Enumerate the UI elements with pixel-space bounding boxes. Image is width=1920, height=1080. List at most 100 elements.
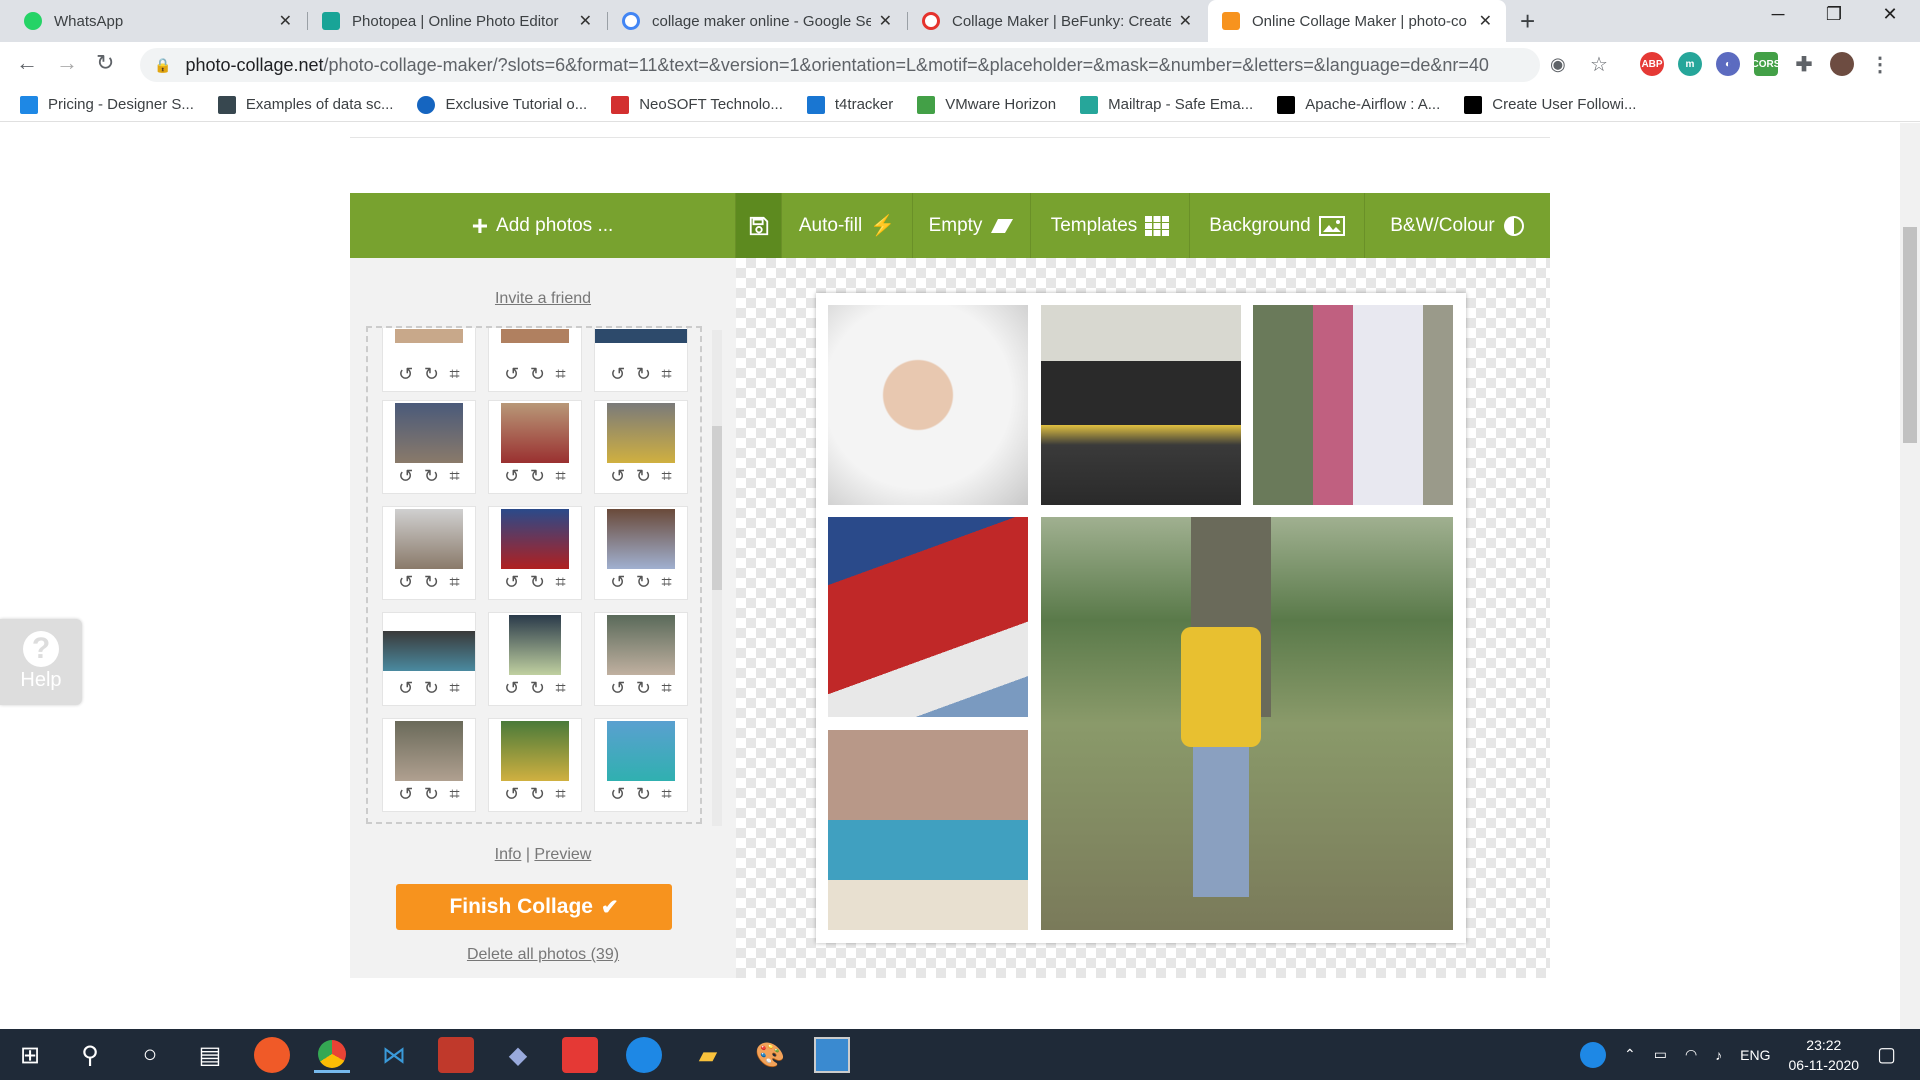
close-window-button[interactable]: ✕ — [1862, 4, 1918, 25]
info-link[interactable]: Info — [495, 846, 522, 863]
tab-photopea[interactable]: Photopea | Online Photo Editor ✕ — [308, 0, 606, 42]
rotate-right-icon[interactable]: ↻ — [636, 572, 651, 593]
minimize-button[interactable]: ─ — [1750, 4, 1806, 25]
photo-thumbnail[interactable]: ↺ ↻ ⌗ — [488, 718, 582, 812]
thumbnail-scrollbar[interactable] — [712, 330, 722, 826]
back-icon[interactable]: ← — [16, 50, 38, 76]
crop-icon[interactable]: ⌗ — [662, 784, 672, 805]
crop-icon[interactable]: ⌗ — [450, 572, 460, 593]
help-tray-icon[interactable] — [1579, 1041, 1606, 1068]
clock[interactable]: 23:22 06-11-2020 — [1789, 1035, 1860, 1075]
rotate-left-icon[interactable]: ↺ — [398, 364, 413, 385]
crop-icon[interactable]: ⌗ — [662, 364, 672, 385]
forward-icon[interactable]: → — [56, 50, 78, 76]
rotate-right-icon[interactable]: ↻ — [636, 678, 651, 699]
bookmark-item[interactable]: Apache-Airflow : A... — [1277, 95, 1440, 114]
paint-icon[interactable]: 🎨 — [752, 1037, 788, 1073]
background-button[interactable]: Background — [1190, 193, 1365, 258]
add-photos-button[interactable]: + Add photos ... — [350, 193, 736, 258]
rotate-left-icon[interactable]: ↺ — [398, 572, 413, 593]
shield-app-icon[interactable] — [438, 1037, 474, 1073]
avatar[interactable] — [1830, 52, 1854, 76]
rotate-left-icon[interactable]: ↺ — [610, 784, 625, 805]
autofill-button[interactable]: Auto-fill ⚡ — [782, 193, 913, 258]
photo-thumbnail[interactable]: ↺ ↻ ⌗ — [382, 612, 476, 706]
rotate-right-icon[interactable]: ↻ — [636, 364, 651, 385]
app-icon[interactable]: ◆ — [500, 1037, 536, 1073]
photo-thumbnail[interactable]: ↺ ↻ ⌗ — [382, 506, 476, 600]
photo-thumbnail[interactable]: ↺ ↻ ⌗ — [594, 328, 688, 392]
collage-slot-4[interactable] — [828, 517, 1028, 717]
collage-slot-1[interactable] — [828, 305, 1028, 505]
bookmark-item[interactable]: Exclusive Tutorial o... — [417, 95, 587, 114]
photo-thumbnail[interactable]: ↺ ↻ ⌗ — [594, 718, 688, 812]
crop-icon[interactable]: ⌗ — [450, 364, 460, 385]
close-icon[interactable]: ✕ — [1479, 11, 1492, 31]
close-icon[interactable]: ✕ — [879, 11, 892, 31]
app-icon[interactable] — [626, 1037, 662, 1073]
close-icon[interactable]: ✕ — [279, 11, 292, 31]
scrollbar-thumb[interactable] — [712, 426, 722, 590]
task-view-icon[interactable]: ▤ — [192, 1037, 228, 1073]
rotate-right-icon[interactable]: ↻ — [424, 678, 439, 699]
new-tab-button[interactable]: + — [1520, 6, 1535, 37]
bw-colour-button[interactable]: B&W/Colour — [1365, 193, 1550, 258]
rotate-left-icon[interactable]: ↺ — [610, 572, 625, 593]
rotate-right-icon[interactable]: ↻ — [424, 466, 439, 487]
photo-thumbnail[interactable]: ↺ ↻ ⌗ — [382, 400, 476, 494]
photo-thumbnail[interactable]: ↺ ↻ ⌗ — [594, 400, 688, 494]
rotate-left-icon[interactable]: ↺ — [610, 678, 625, 699]
scrollbar-thumb[interactable] — [1903, 227, 1917, 443]
rotate-left-icon[interactable]: ↺ — [504, 784, 519, 805]
file-explorer-icon[interactable]: ▰ — [690, 1037, 726, 1073]
bookmark-item[interactable]: NeoSOFT Technolo... — [611, 95, 783, 114]
cortana-icon[interactable]: ○ — [132, 1037, 168, 1073]
restore-button[interactable]: ❐ — [1806, 4, 1862, 25]
delete-all-photos-link[interactable]: Delete all photos (39) — [350, 946, 736, 964]
crop-icon[interactable]: ⌗ — [450, 678, 460, 699]
tab-photo-collage[interactable]: Online Collage Maker | photo-co ✕ — [1208, 0, 1506, 42]
save-button[interactable] — [736, 193, 782, 258]
templates-button[interactable]: Templates — [1031, 193, 1190, 258]
bookmark-item[interactable]: Examples of data sc... — [217, 95, 393, 114]
tab-google-search[interactable]: collage maker online - Google Se ✕ — [608, 0, 906, 42]
photo-thumbnail[interactable]: ↺ ↻ ⌗ — [488, 506, 582, 600]
photo-thumbnail[interactable]: ↺ ↻ ⌗ — [382, 328, 476, 392]
bookmark-item[interactable]: Mailtrap - Safe Ema... — [1080, 95, 1253, 114]
notification-icon[interactable]: ▢ — [1877, 1042, 1896, 1067]
crop-icon[interactable]: ⌗ — [662, 572, 672, 593]
photo-thumbnail[interactable]: ↺ ↻ ⌗ — [488, 612, 582, 706]
rotate-right-icon[interactable]: ↻ — [424, 364, 439, 385]
rotate-right-icon[interactable]: ↻ — [424, 572, 439, 593]
preview-link[interactable]: Preview — [534, 846, 591, 863]
windows-start-icon[interactable]: ⊞ — [12, 1037, 48, 1073]
rotate-left-icon[interactable]: ↺ — [504, 572, 519, 593]
adblock-icon[interactable]: ABP — [1640, 52, 1664, 76]
bookmark-item[interactable]: Create User Followi... — [1464, 95, 1636, 114]
finish-collage-button[interactable]: Finish Collage ✔ — [396, 884, 672, 930]
crop-icon[interactable]: ⌗ — [556, 466, 566, 487]
wifi-icon[interactable]: ◠ — [1685, 1046, 1697, 1063]
cors-icon[interactable]: CORS — [1752, 52, 1780, 76]
postman-icon[interactable] — [254, 1037, 290, 1073]
collage-slot-6[interactable] — [828, 730, 1028, 930]
vscode-icon[interactable]: ⋈ — [376, 1037, 412, 1073]
extension-m-icon[interactable]: m — [1678, 52, 1702, 76]
bookmark-item[interactable]: t4tracker — [806, 95, 893, 114]
crop-icon[interactable]: ⌗ — [556, 364, 566, 385]
crop-icon[interactable]: ⌗ — [556, 572, 566, 593]
rotate-left-icon[interactable]: ↺ — [398, 678, 413, 699]
invite-friend-link[interactable]: Invite a friend — [350, 290, 736, 308]
bookmark-item[interactable]: Pricing - Designer S... — [20, 95, 194, 114]
rotate-right-icon[interactable]: ↻ — [530, 678, 545, 699]
photo-thumbnail[interactable]: ↺ ↻ ⌗ — [382, 718, 476, 812]
rotate-left-icon[interactable]: ↺ — [504, 466, 519, 487]
rotate-right-icon[interactable]: ↻ — [636, 784, 651, 805]
rotate-right-icon[interactable]: ↻ — [636, 466, 651, 487]
rotate-right-icon[interactable]: ↻ — [530, 572, 545, 593]
extension-circle-icon[interactable]: ◐ — [1716, 52, 1740, 76]
close-icon[interactable]: ✕ — [1179, 11, 1192, 31]
empty-button[interactable]: Empty — [913, 193, 1031, 258]
url-input[interactable]: 🔒 photo-collage.net/photo-collage-maker/… — [140, 48, 1540, 82]
rotate-left-icon[interactable]: ↺ — [398, 466, 413, 487]
